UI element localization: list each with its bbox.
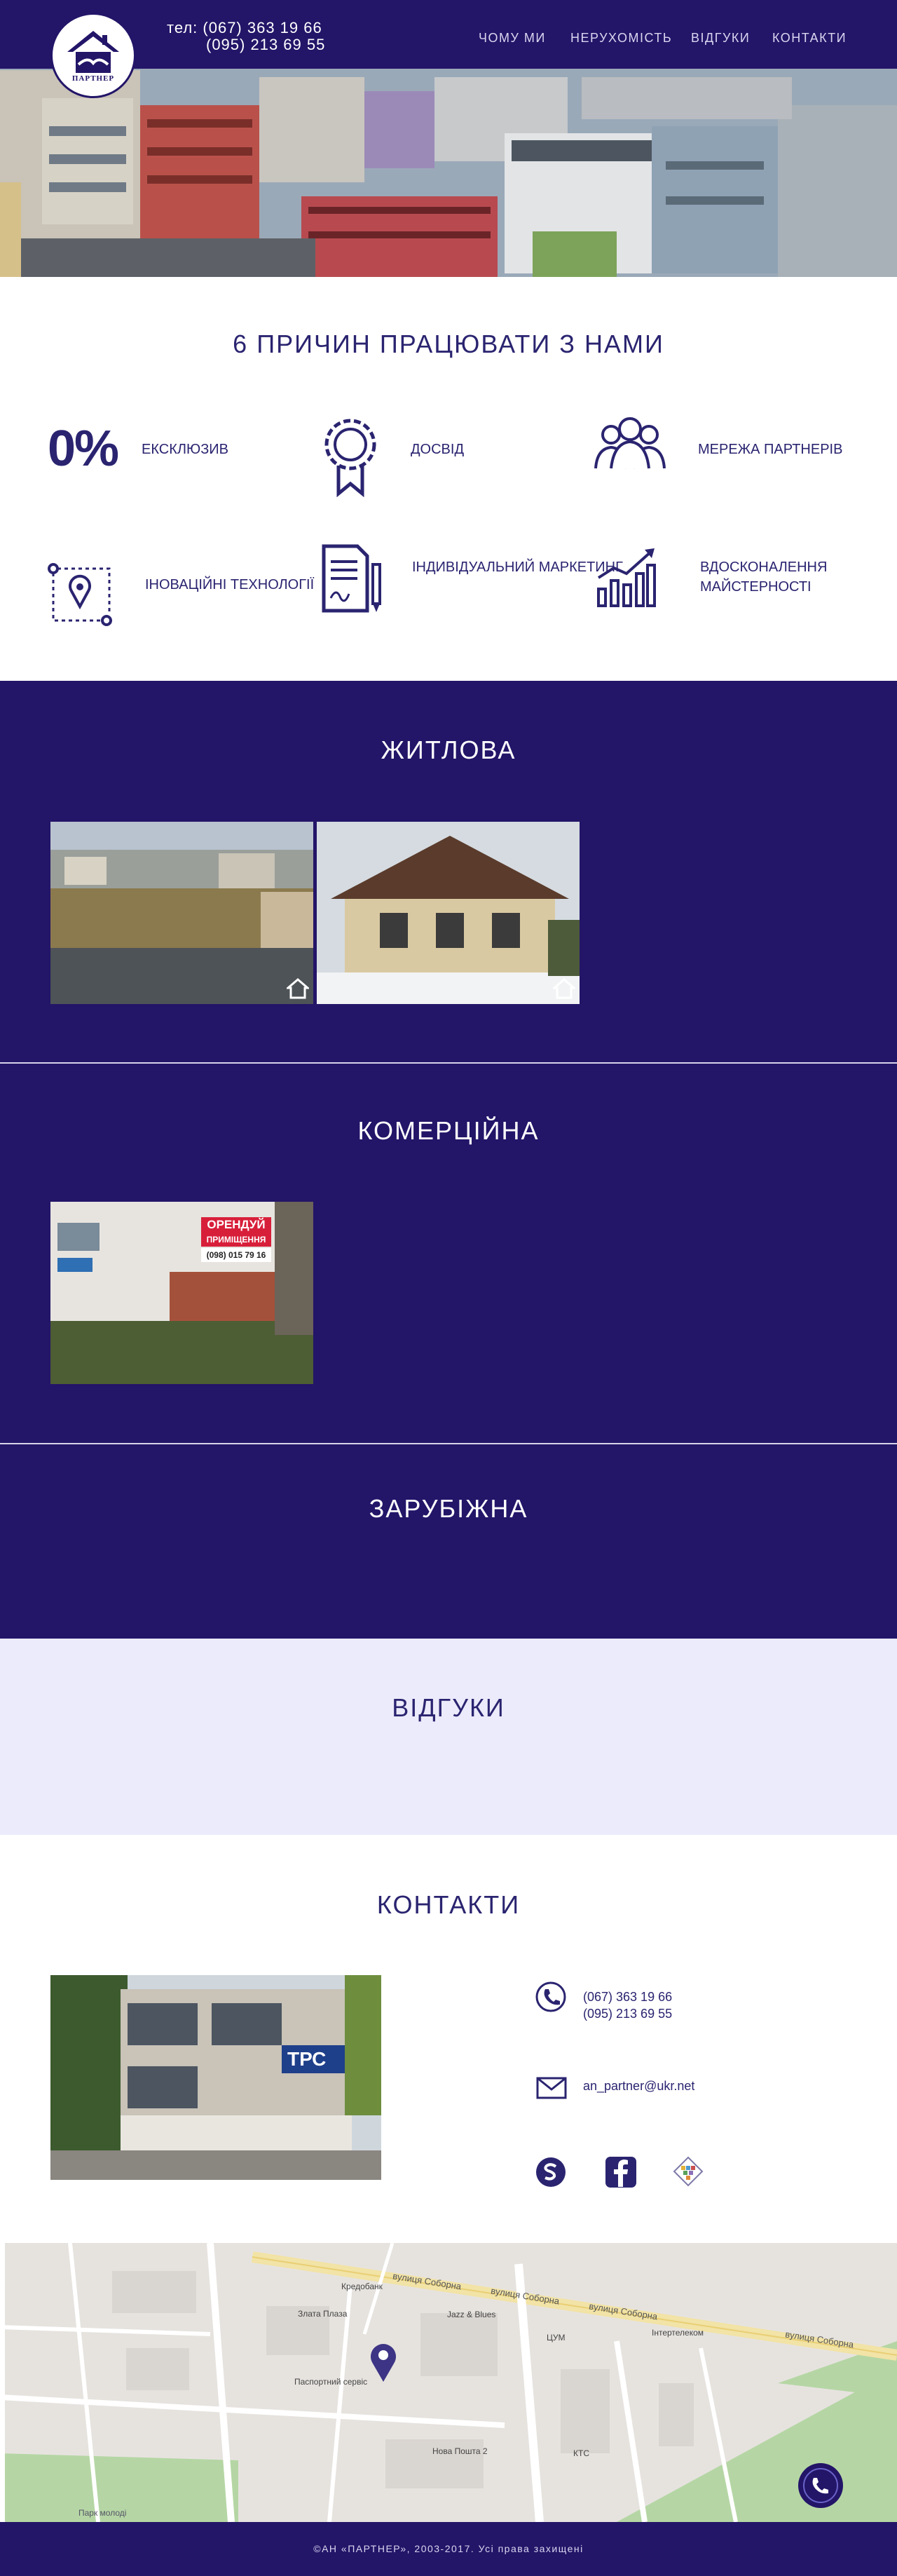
document-signature-icon [322, 544, 381, 613]
listing-photo [50, 822, 313, 1004]
email-icon [536, 2077, 567, 2099]
company-logo[interactable]: ПАРТНЕР [50, 13, 136, 98]
award-ribbon-icon [324, 419, 376, 498]
listing-photo [50, 1202, 313, 1384]
office-building-photo: ТРС [50, 1975, 381, 2180]
nav-why-us[interactable]: ЧОМУ МИ [479, 31, 546, 46]
reason-experience-label: ДОСВІД [411, 442, 464, 457]
foreign-title: ЗАРУБІЖНА [369, 1494, 528, 1523]
home-badge-icon [287, 978, 309, 999]
map-place-label: КТС [573, 2448, 589, 2458]
logo-text: ПАРТНЕР [71, 74, 115, 83]
location-map[interactable]: вулиця Соборна вулиця Соборна вулиця Соб… [0, 2243, 897, 2522]
map-place-label: ЦУМ [547, 2333, 566, 2343]
rent-sign-phone: (098) 015 79 16 [201, 1248, 271, 1262]
facebook-icon[interactable] [605, 2156, 637, 2188]
map-place-label: Jazz & Blues [447, 2310, 496, 2319]
footer-copyright: ©АН «ПАРТНЕР», 2003-2017. Усі права захи… [0, 2522, 897, 2576]
zero-percent-icon: 0% [48, 421, 119, 477]
skype-icon[interactable] [535, 2156, 567, 2188]
residential-listing-house[interactable] [317, 822, 580, 1004]
reason-network-label: МЕРЕЖА ПАРТНЕРІВ [698, 442, 843, 457]
partner-site-icon[interactable] [673, 2156, 704, 2187]
contacts-title: КОНТАКТИ [376, 1890, 521, 1919]
header-phone-1[interactable]: тел: (067) 363 19 66 [167, 19, 322, 37]
nav-contacts[interactable]: КОНТАКТИ [772, 31, 847, 46]
growth-chart-icon [597, 548, 656, 607]
residential-title: ЖИТЛОВА [381, 735, 516, 764]
contact-email[interactable]: an_partner@ukr.net [583, 2077, 694, 2094]
reason-marketing-label: ІНДИВІДУАЛЬНИЙ МАРКЕТИНГ [412, 560, 623, 575]
map-place-label: Паспортний сервіс [294, 2377, 368, 2387]
rent-sign-line-1: ОРЕНДУЙ [201, 1217, 271, 1233]
map-place-label: Нова Пошта 2 [432, 2446, 488, 2456]
foreign-section: ЗАРУБІЖНА [0, 1444, 897, 1639]
header-phone-2[interactable]: (095) 213 69 55 [206, 36, 325, 54]
residential-listing-river[interactable] [50, 822, 313, 1004]
reason-mastery-label: ВДОСКОНАЛЕННЯ МАЙСТЕРНОСТІ [700, 560, 828, 595]
commercial-title: КОМЕРЦІЙНА [357, 1116, 540, 1145]
house-handshake-icon [67, 31, 119, 73]
partners-network-icon [594, 417, 666, 469]
home-badge-icon [553, 978, 575, 999]
map-place-label: Парк молоді [78, 2508, 127, 2518]
map-place-label: Злата Плаза [298, 2309, 348, 2319]
map-place-label: Кредобанк [341, 2282, 383, 2291]
reasons-title: 6 ПРИЧИН ПРАЦЮВАТИ З НАМИ [233, 330, 664, 358]
listing-photo [317, 822, 580, 1004]
reviews-section: ВІДГУКИ [0, 1639, 897, 1835]
nav-reviews[interactable]: ВІДГУКИ [691, 31, 750, 46]
reason-exclusive-label: ЕКСКЛЮЗИВ [142, 442, 228, 457]
building-sign: ТРС [287, 2048, 327, 2070]
map-location-pin-icon[interactable] [369, 2340, 398, 2383]
rent-sign-line-2: ПРИМІЩЕННЯ [201, 1233, 271, 1247]
callback-phone-button[interactable] [797, 2462, 844, 2509]
reason-innovation-label: ІНОВАЦІЙНІ ТЕХНОЛОГІЇ [145, 577, 315, 592]
map-place-label: Інтертелеком [652, 2328, 704, 2338]
phone-icon [535, 1981, 566, 2012]
map-route-pin-icon [48, 563, 112, 626]
commercial-listing[interactable]: ОРЕНДУЙ ПРИМІЩЕННЯ (098) 015 79 16 [50, 1202, 313, 1384]
reviews-title: ВІДГУКИ [392, 1693, 505, 1722]
contact-phone-2[interactable]: (095) 213 69 55 [583, 2005, 672, 2022]
nav-real-estate[interactable]: НЕРУХОМІСТЬ [570, 31, 672, 46]
contact-phone-1[interactable]: (067) 363 19 66 [583, 1988, 672, 2005]
